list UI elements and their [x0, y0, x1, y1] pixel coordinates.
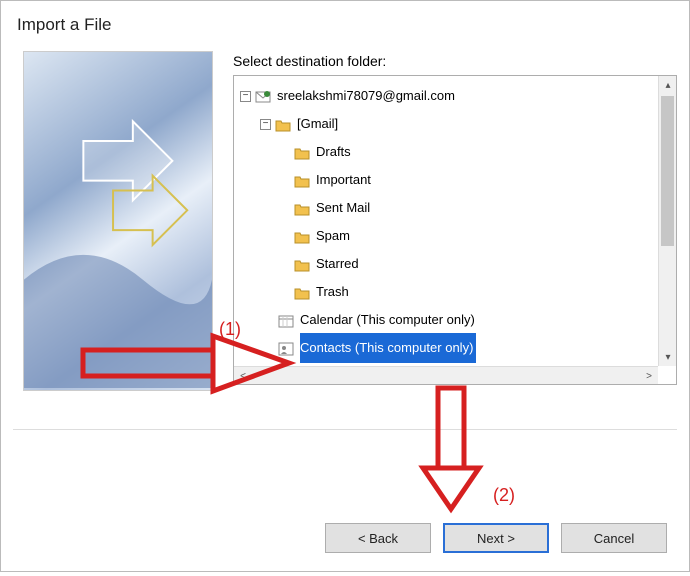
collapse-icon[interactable]: −: [240, 91, 251, 102]
folder-icon: [275, 110, 297, 138]
scroll-thumb[interactable]: [661, 96, 674, 246]
folder-icon: [294, 222, 316, 250]
folder-tree[interactable]: − sreelakshmi78079@gmail.com − [Gmail]: [233, 75, 677, 385]
calendar-icon: [278, 306, 300, 334]
divider: [13, 429, 677, 430]
tree-folder-row[interactable]: Starred: [238, 250, 654, 278]
gmail-label: [Gmail]: [297, 110, 338, 138]
scroll-right-icon[interactable]: >: [640, 367, 658, 385]
tree-folder-row[interactable]: Important: [238, 166, 654, 194]
account-label: sreelakshmi78079@gmail.com: [277, 82, 455, 110]
scroll-left-icon[interactable]: <: [234, 367, 252, 385]
tree-account-row[interactable]: − sreelakshmi78079@gmail.com: [238, 82, 654, 110]
destination-label: Select destination folder:: [233, 53, 677, 69]
back-button[interactable]: < Back: [325, 523, 431, 553]
folder-icon: [294, 166, 316, 194]
account-icon: [255, 82, 277, 110]
scroll-down-icon[interactable]: ▾: [659, 348, 677, 366]
tree-folder-row[interactable]: Sent Mail: [238, 194, 654, 222]
horizontal-scrollbar[interactable]: < >: [234, 366, 658, 384]
annotation-two: (2): [493, 485, 515, 506]
cancel-button[interactable]: Cancel: [561, 523, 667, 553]
collapse-icon[interactable]: −: [260, 119, 271, 130]
scroll-up-icon[interactable]: ▴: [659, 76, 677, 94]
tree-calendar-row[interactable]: Calendar (This computer only): [238, 306, 654, 334]
tree-folder-row[interactable]: Trash: [238, 278, 654, 306]
folder-icon: [294, 278, 316, 306]
folder-icon: [294, 194, 316, 222]
folder-icon: [294, 250, 316, 278]
tree-folder-row[interactable]: Spam: [238, 222, 654, 250]
vertical-scrollbar[interactable]: ▴ ▾: [658, 76, 676, 366]
next-button[interactable]: Next >: [443, 523, 549, 553]
contacts-icon: [278, 334, 300, 362]
contacts-label: Contacts (This computer only): [300, 333, 476, 363]
tree-gmail-row[interactable]: − [Gmail]: [238, 110, 654, 138]
wizard-graphic: [23, 51, 213, 391]
tree-folder-row[interactable]: Drafts: [238, 138, 654, 166]
dialog-title: Import a File: [1, 1, 689, 43]
tree-contacts-row[interactable]: Contacts (This computer only): [238, 334, 654, 362]
folder-icon: [294, 138, 316, 166]
